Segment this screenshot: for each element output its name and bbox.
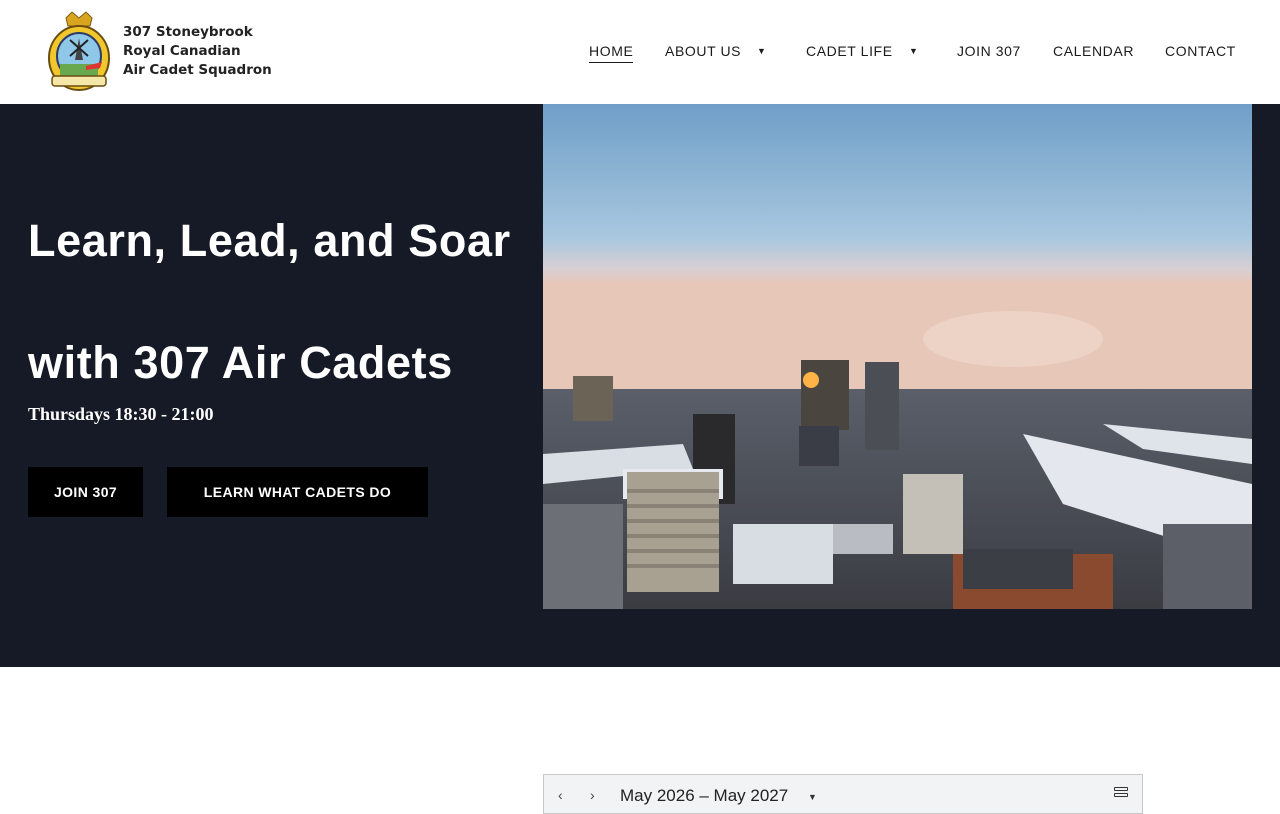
calendar-widget: ‹ › May 2026 – May 2027 ▼ xyxy=(543,774,1143,814)
nav-item-cadet-life[interactable]: CADET LIFE xyxy=(806,43,893,59)
nav-item-home[interactable]: HOME xyxy=(589,43,634,63)
hero-title-line-2: with 307 Air Cadets xyxy=(28,337,453,388)
agenda-view-icon[interactable] xyxy=(1114,787,1130,801)
chevron-down-icon[interactable]: ▼ xyxy=(757,46,766,56)
chevron-down-icon[interactable]: ▼ xyxy=(808,792,817,802)
brand-line-1: 307 Stoneybrook xyxy=(123,24,253,40)
calendar-date-range[interactable]: May 2026 – May 2027 xyxy=(620,786,788,806)
nav-item-about-us[interactable]: ABOUT US xyxy=(665,43,741,59)
join-307-button[interactable]: JOIN 307 xyxy=(28,467,143,517)
city-skyline-photo xyxy=(543,104,1252,609)
site-header: 307 Stoneybrook Royal Canadian Air Cadet… xyxy=(0,0,1280,104)
meeting-times: Thursdays 18:30 - 21:00 xyxy=(28,404,214,424)
main-nav: HOME ABOUT US ▼ CADET LIFE ▼ JOIN 307 CA… xyxy=(0,43,1280,67)
nav-item-calendar[interactable]: CALENDAR xyxy=(1053,43,1134,59)
hero-section: Learn, Lead, and Soar with 307 Air Cadet… xyxy=(0,104,1280,667)
hero-title-line-1: Learn, Lead, and Soar xyxy=(28,215,511,266)
nav-item-join-307[interactable]: JOIN 307 xyxy=(957,43,1021,59)
nav-item-contact[interactable]: CONTACT xyxy=(1165,43,1236,59)
chevron-down-icon[interactable]: ▼ xyxy=(909,46,918,56)
chevron-right-icon[interactable]: › xyxy=(590,787,595,803)
learn-what-cadets-do-button[interactable]: LEARN WHAT CADETS DO xyxy=(167,467,428,517)
chevron-left-icon[interactable]: ‹ xyxy=(558,787,563,803)
